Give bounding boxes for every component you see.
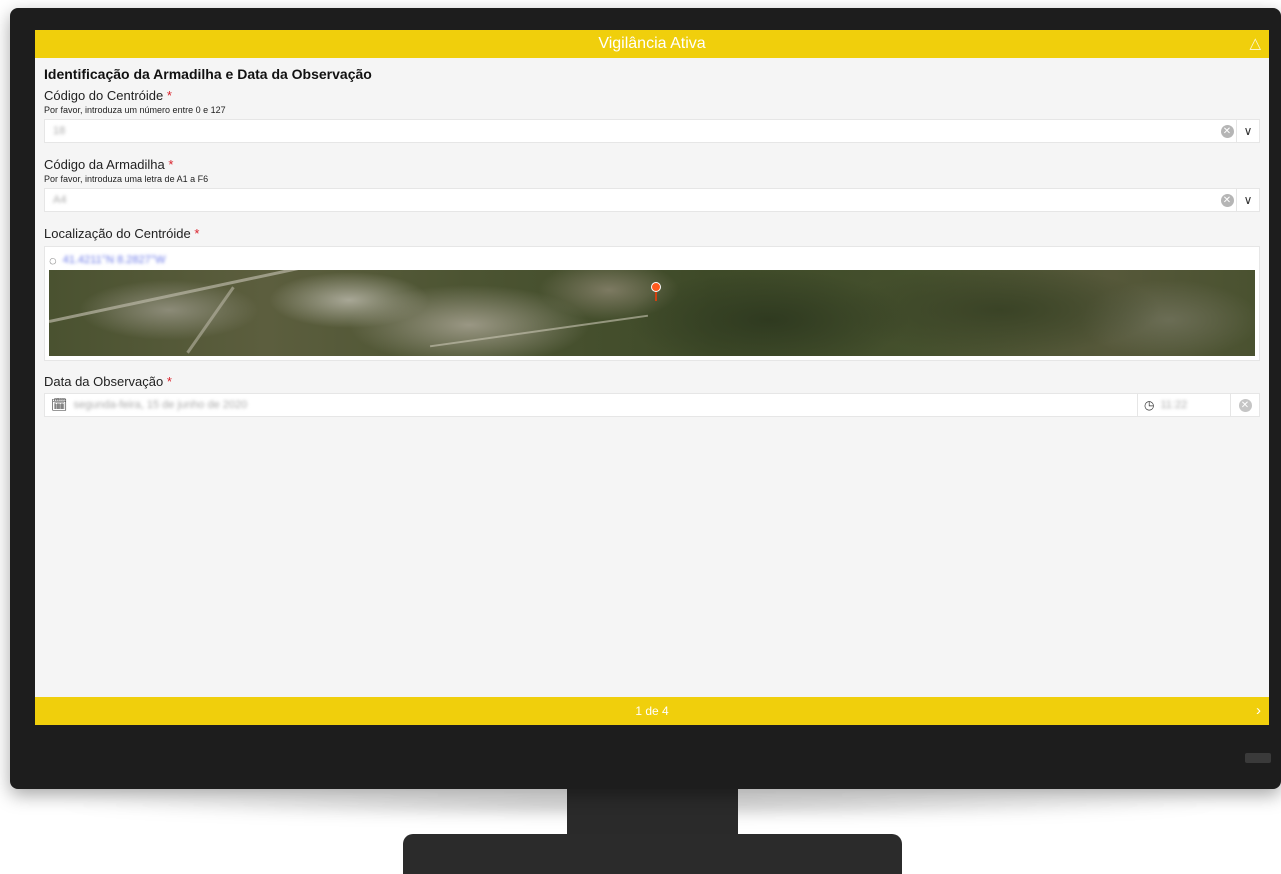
trap-code-hint: Por favor, introduza uma letra de A1 a F…	[44, 174, 209, 184]
monitor-stand-neck	[567, 788, 738, 836]
location-coordinates-row[interactable]: ◌ 41.4211°N 8.2827°W	[49, 250, 1255, 270]
chevron-up-icon[interactable]: △	[1249, 30, 1261, 58]
location-card[interactable]: ◌ 41.4211°N 8.2827°W	[44, 246, 1260, 361]
time-value: 11:22	[1160, 399, 1188, 411]
app-footer: 1 de 4 ›	[35, 697, 1269, 725]
date-picker[interactable]: 🗓︎ segunda-feira, 15 de junho de 2020	[45, 394, 1137, 416]
trap-code-label-text: Código da Armadilha	[44, 157, 165, 172]
centroid-location-label-text: Localização do Centróide	[44, 226, 191, 241]
satellite-map[interactable]	[49, 270, 1255, 356]
monitor-frame: Vigilância Ativa △ Identificação da Arma…	[10, 8, 1281, 789]
centroid-code-value[interactable]: 18	[45, 120, 1218, 142]
chevron-right-icon[interactable]: ›	[1256, 697, 1261, 725]
trap-code-label: Código da Armadilha *	[44, 157, 1260, 173]
gps-icon[interactable]: ◌	[49, 253, 57, 268]
clear-icon[interactable]: ✕	[1218, 189, 1236, 211]
chevron-down-icon[interactable]: ∨	[1236, 120, 1259, 142]
required-mark: *	[168, 157, 174, 172]
date-value: segunda-feira, 15 de junho de 2020	[73, 399, 248, 411]
map-pin-icon[interactable]	[651, 282, 661, 292]
centroid-code-label-text: Código do Centróide	[44, 88, 164, 103]
monitor-stand-base	[403, 834, 902, 874]
centroid-code-label: Código do Centróide *	[44, 88, 1260, 104]
required-mark: *	[166, 374, 172, 389]
clock-icon[interactable]: ◷	[1144, 398, 1154, 412]
page-indicator: 1 de 4	[635, 704, 669, 718]
required-mark: *	[166, 88, 172, 103]
map-road	[49, 270, 304, 323]
clear-icon[interactable]: ✕	[1218, 120, 1236, 142]
app-screen: Vigilância Ativa △ Identificação da Arma…	[35, 30, 1269, 725]
map-road	[429, 314, 649, 348]
centroid-code-hint: Por favor, introduza um número entre 0 e…	[44, 105, 226, 115]
app-header: Vigilância Ativa △	[35, 30, 1269, 58]
observation-date-label: Data da Observação *	[44, 374, 1260, 390]
clear-icon[interactable]: ✕	[1230, 394, 1259, 416]
centroid-code-field[interactable]: 18 ✕ ∨	[44, 119, 1260, 143]
centroid-location-label: Localização do Centróide *	[44, 226, 1260, 242]
section-title: Identificação da Armadilha e Data da Obs…	[44, 66, 372, 82]
observation-date-field[interactable]: 🗓︎ segunda-feira, 15 de junho de 2020 ◷ …	[44, 393, 1260, 417]
form-content: Identificação da Armadilha e Data da Obs…	[44, 66, 1260, 417]
calendar-icon[interactable]: 🗓︎	[51, 397, 68, 413]
observation-date-label-text: Data da Observação	[44, 374, 164, 389]
coordinates-text: 41.4211°N 8.2827°W	[62, 254, 166, 266]
chevron-down-icon[interactable]: ∨	[1236, 189, 1259, 211]
map-road	[186, 286, 235, 354]
trap-code-value[interactable]: A4	[45, 189, 1218, 211]
app-title: Vigilância Ativa	[598, 35, 706, 52]
map-pin-stem	[655, 292, 657, 301]
trap-code-field[interactable]: A4 ✕ ∨	[44, 188, 1260, 212]
power-button[interactable]	[1245, 753, 1271, 763]
required-mark: *	[194, 226, 200, 241]
time-picker[interactable]: ◷ 11:22	[1137, 394, 1230, 416]
